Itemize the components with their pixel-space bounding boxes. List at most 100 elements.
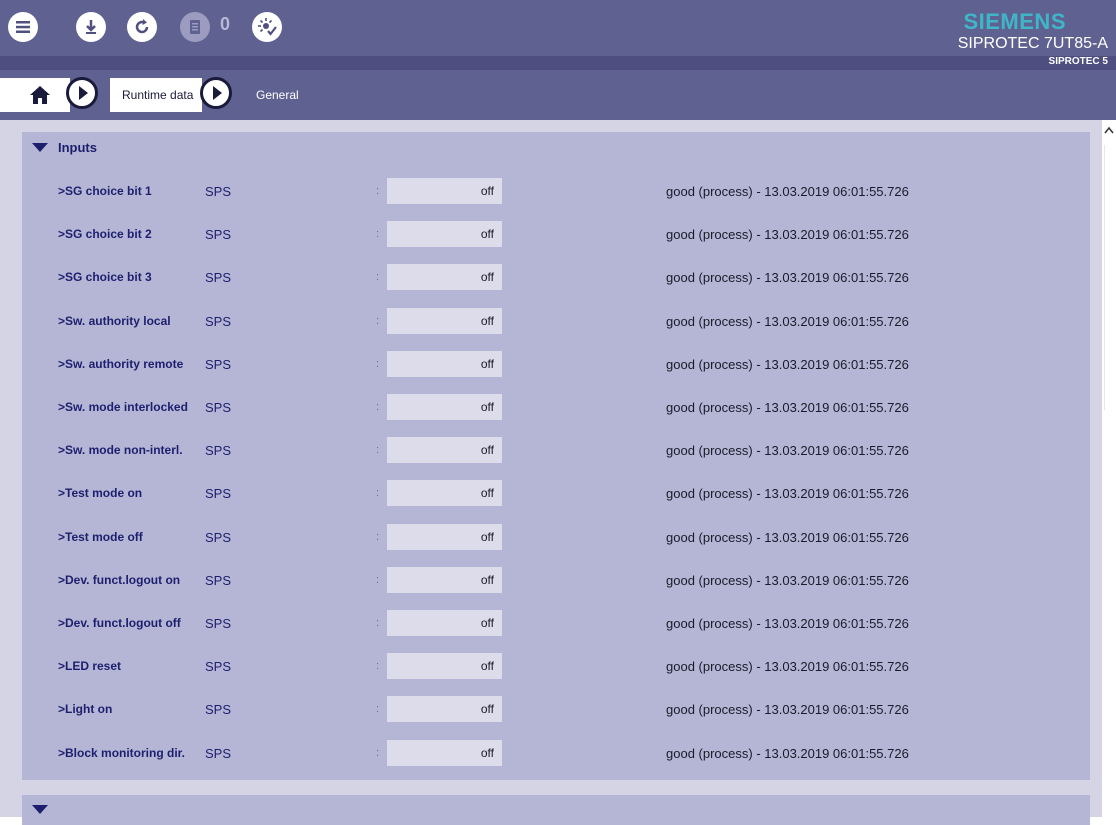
table-row: >Block monitoring dir. SPS: off good (proce… [22,738,1090,768]
signal-quality: good (process) - 13.03.2019 06:01:55.726 [666,400,909,415]
signal-type: SPS [205,529,232,545]
signal-value: off [387,610,502,636]
separator: : [376,660,380,673]
signal-value: off [387,523,502,550]
log-icon[interactable] [180,12,210,42]
separator: : [376,573,380,586]
siemens-logo: SIEMENS [963,9,1066,34]
signal-name: >Test mode off [58,529,143,544]
device-family: SIPROTEC 5 [1048,56,1108,67]
top-toolbar: 0 SIEMENS SIPROTEC 7UT85-A [0,0,1116,56]
signal-quality: good (process) - 13.03.2019 06:01:55.726 [666,659,909,675]
signal-value: off [387,437,502,464]
signal-value: off [387,653,502,680]
table-row: >SG choice bit 1 SPS: off good (process) - … [22,176,1090,206]
signal-name: >SG choice bit 1 [58,184,152,198]
signal-name: >Sw. authority remote [58,356,184,371]
table-row: >SG choice bit 3 SPS: off good (process) - … [22,262,1090,292]
signal-value: off [387,480,502,507]
signal-quality: good (process) - 13.03.2019 06:01:55.726 [666,443,909,459]
breadcrumb-arrow-1[interactable] [66,77,98,109]
signal-quality: good (process) - 13.03.2019 06:01:55.726 [666,745,909,761]
signal-type: SPS [205,443,232,459]
signal-value: off [387,566,502,593]
signal-name: >SG choice bit 3 [58,270,152,285]
table-row: >Sw. mode interlocked SPS: off good (proces… [22,392,1090,422]
scrollbar[interactable] [1102,120,1116,817]
device-family-bar: SIPROTEC 5 [0,56,1116,70]
section-title: Inputs [58,140,97,155]
signal-value: off [387,178,502,204]
section-header-inputs[interactable]: Inputs [32,140,97,155]
signal-type: SPS [205,486,232,502]
signal-type: SPS [205,313,232,329]
separator: : [376,530,380,543]
signal-value: off [387,264,502,291]
breadcrumb-arrow-2[interactable] [200,77,232,109]
inputs-panel: Inputs >SG choice bit 1 SPS: off good (proc… [22,132,1090,780]
signal-value: off [387,221,502,248]
signal-value: off [387,696,502,723]
signal-name: >Dev. funct.logout on [58,572,181,587]
signal-name: >Block monitoring dir. [58,745,186,760]
led-test-icon[interactable] [252,12,282,42]
signal-quality: good (process) - 13.03.2019 06:01:55.726 [666,616,909,631]
signal-quality: good (process) - 13.03.2019 06:01:55.726 [666,184,909,199]
scroll-up-icon[interactable] [1104,126,1114,134]
signal-name: >Sw. authority local [58,313,171,328]
separator: : [376,617,380,629]
collapsed-panel [22,795,1090,825]
signal-type: SPS [205,745,232,761]
signal-type: SPS [205,572,232,588]
log-count: 0 [220,14,231,34]
signal-quality: good (process) - 13.03.2019 06:01:55.726 [666,270,909,286]
table-row: >Light on SPS: off good (process) - 13.03.2… [22,694,1090,724]
table-row: >Sw. authority local SPS: off good (process… [22,306,1090,336]
breadcrumb: Runtime data General [0,70,1116,120]
signal-name: >Sw. mode non-interl. [58,443,183,458]
separator: : [376,228,380,241]
signal-quality: good (process) - 13.03.2019 06:01:55.726 [666,702,909,718]
separator: : [376,271,380,284]
signal-quality: good (process) - 13.03.2019 06:01:55.726 [666,486,909,502]
separator: : [376,746,380,759]
signal-type: SPS [205,184,232,199]
signal-name: >Sw. mode interlocked [58,400,188,414]
signal-type: SPS [205,400,232,415]
refresh-icon[interactable] [127,12,157,42]
separator: : [376,444,380,457]
table-row: >SG choice bit 2 SPS: off good (process) - … [22,219,1090,249]
signal-quality: good (process) - 13.03.2019 06:01:55.726 [666,313,909,329]
signal-type: SPS [205,227,232,243]
signal-quality: good (process) - 13.03.2019 06:01:55.726 [666,529,909,545]
signal-type: SPS [205,270,232,286]
breadcrumb-runtime-data[interactable]: Runtime data [110,78,202,112]
device-model: SIPROTEC 7UT85-A [957,35,1108,52]
menu-icon[interactable] [8,12,38,42]
table-row: >LED reset SPS: off good (process) - 13.03.… [22,651,1090,681]
separator: : [376,314,380,327]
separator: : [376,185,380,197]
signal-quality: good (process) - 13.03.2019 06:01:55.726 [666,227,909,243]
table-row: >Sw. mode non-interl. SPS: off good (proces… [22,435,1090,465]
download-icon[interactable] [76,12,106,42]
signal-name: >Dev. funct.logout off [58,616,181,630]
breadcrumb-home[interactable] [0,78,70,112]
section-header-2[interactable] [32,805,58,814]
separator: : [376,401,380,413]
separator: : [376,357,380,370]
signal-type: SPS [205,659,232,675]
signal-quality: good (process) - 13.03.2019 06:01:55.726 [666,572,909,588]
scrollbar-thumb[interactable] [1104,145,1115,410]
table-row: >Dev. funct.logout off SPS: off good (proce… [22,608,1090,638]
signal-value: off [387,307,502,334]
table-row: >Test mode on SPS: off good (process) - 13.… [22,478,1090,508]
signal-type: SPS [205,356,232,372]
signal-value: off [387,350,502,377]
signal-name: >Light on [58,702,113,717]
breadcrumb-general: General [256,88,299,102]
table-row: >Dev. funct.logout on SPS: off good (proces… [22,565,1090,595]
home-icon [30,86,50,104]
collapse-icon [32,143,48,152]
signal-type: SPS [205,702,232,718]
